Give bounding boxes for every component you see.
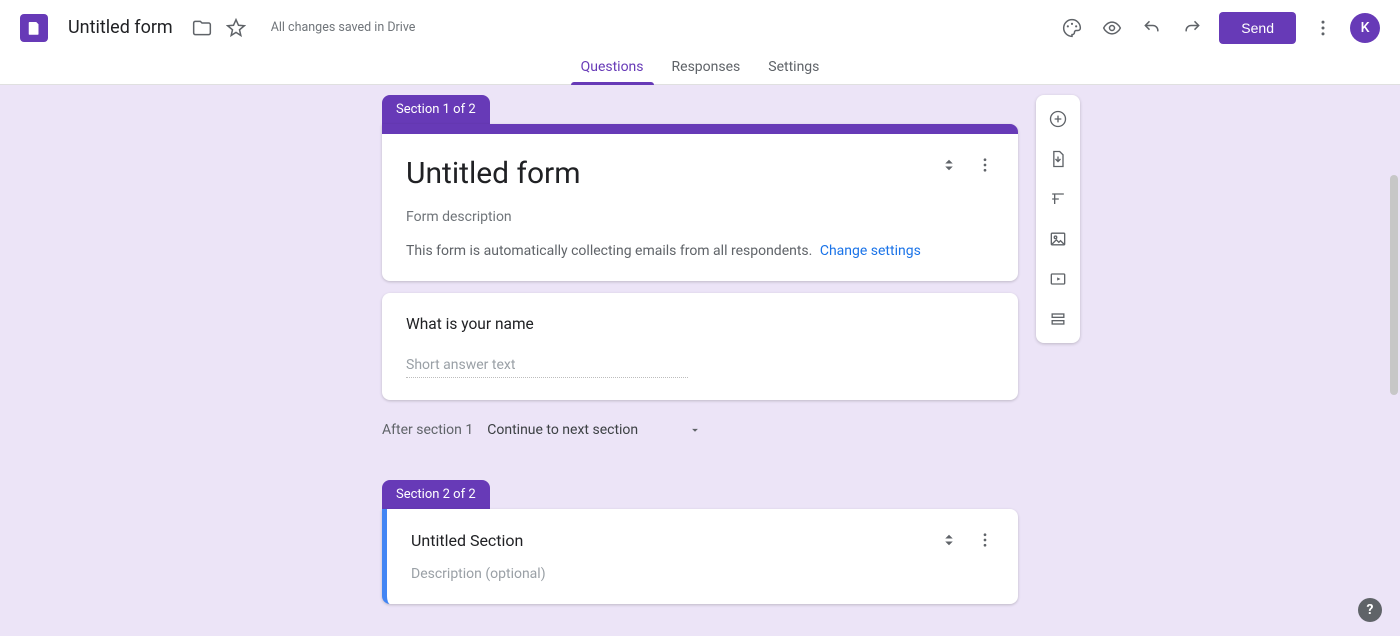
question-1-answer-placeholder: Short answer text — [406, 357, 688, 378]
after-section-1-dropdown[interactable]: Continue to next section — [487, 422, 702, 438]
after-section-1-row: After section 1 Continue to next section — [382, 422, 1018, 438]
add-image-icon[interactable] — [1044, 225, 1072, 253]
add-title-icon[interactable] — [1044, 185, 1072, 213]
section-1-tab[interactable]: Section 1 of 2 — [382, 95, 490, 124]
section-2-tab[interactable]: Section 2 of 2 — [382, 480, 490, 509]
account-avatar[interactable]: K — [1350, 13, 1380, 43]
undo-icon[interactable] — [1139, 15, 1165, 41]
preview-icon[interactable] — [1099, 15, 1125, 41]
help-icon[interactable]: ? — [1358, 598, 1382, 622]
app-header: Untitled form All changes saved in Drive… — [0, 0, 1400, 55]
import-questions-icon[interactable] — [1044, 145, 1072, 173]
redo-icon[interactable] — [1179, 15, 1205, 41]
section-2-more-icon[interactable] — [976, 531, 994, 549]
form-title[interactable]: Untitled form — [68, 17, 173, 38]
workspace: Section 1 of 2 Untitled form Form descri… — [0, 85, 1400, 636]
section-1-title[interactable]: Untitled form — [406, 156, 940, 191]
change-settings-link[interactable]: Change settings — [820, 243, 921, 259]
more-icon[interactable] — [1310, 15, 1336, 41]
move-to-folder-icon[interactable] — [189, 15, 215, 41]
section-2-header-card[interactable]: Untitled Section Description (optional) — [382, 509, 1018, 604]
question-toolbar — [1036, 95, 1080, 343]
collapse-section-icon[interactable] — [940, 156, 958, 174]
section-2-title[interactable]: Untitled Section — [411, 531, 940, 550]
theme-icon[interactable] — [1059, 15, 1085, 41]
save-status: All changes saved in Drive — [271, 20, 416, 35]
section-more-icon[interactable] — [976, 156, 994, 174]
email-collect-notice: This form is automatically collecting em… — [406, 243, 994, 259]
forms-logo[interactable] — [20, 14, 48, 42]
tab-settings[interactable]: Settings — [764, 55, 823, 84]
scrollbar[interactable] — [1390, 175, 1398, 395]
section-1-description[interactable]: Form description — [406, 209, 994, 225]
tab-questions[interactable]: Questions — [577, 55, 648, 84]
question-card-1[interactable]: What is your name Short answer text — [382, 293, 1018, 400]
collapse-section-2-icon[interactable] — [940, 531, 958, 549]
send-button[interactable]: Send — [1219, 12, 1296, 44]
add-video-icon[interactable] — [1044, 265, 1072, 293]
main-tabs: Questions Responses Settings — [0, 55, 1400, 85]
section-2-description[interactable]: Description (optional) — [411, 566, 994, 582]
section-1-header-card[interactable]: Untitled form Form description This form… — [382, 124, 1018, 281]
add-question-icon[interactable] — [1044, 105, 1072, 133]
add-section-icon[interactable] — [1044, 305, 1072, 333]
star-icon[interactable] — [223, 15, 249, 41]
tab-responses[interactable]: Responses — [668, 55, 745, 84]
question-1-text[interactable]: What is your name — [406, 315, 994, 333]
after-section-1-label: After section 1 — [382, 422, 473, 438]
